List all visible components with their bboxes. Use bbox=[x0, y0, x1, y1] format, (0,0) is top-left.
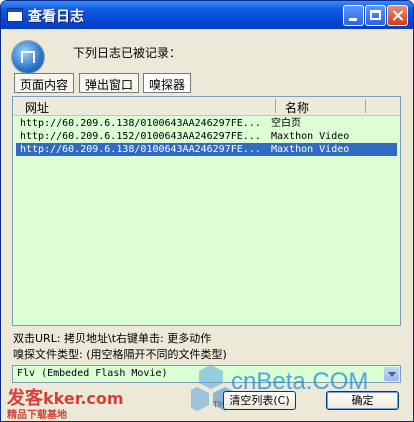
ok-button[interactable]: 确定 bbox=[326, 391, 399, 410]
maximize-button[interactable] bbox=[365, 5, 386, 26]
column-divider[interactable] bbox=[365, 99, 366, 113]
clear-list-button[interactable]: 清空列表(C) bbox=[223, 391, 296, 410]
maxthon-logo-icon bbox=[12, 41, 44, 73]
header-text: 下列日志已被记录： bbox=[73, 46, 182, 60]
list-item-name: Maxthon Video bbox=[271, 131, 350, 142]
list-item-name: 空白页 bbox=[271, 118, 301, 129]
list-item-url: http://60.209.6.138/0100643AA246297FE... bbox=[20, 118, 261, 129]
tab-popups[interactable]: 弹出窗口 bbox=[79, 73, 140, 93]
list-item-url: http://60.209.6.138/0100643AA246297FE... bbox=[20, 144, 261, 155]
close-icon bbox=[388, 6, 407, 25]
watermark-hexagon bbox=[191, 387, 209, 411]
log-list[interactable]: 网址 名称 http://60.209.6.138/0100643AA24629… bbox=[12, 96, 401, 326]
hint-actions: 双击URL: 拷贝地址\t右键单击: 更多动作 bbox=[13, 332, 212, 345]
list-item-url: http://60.209.6.152/0100643AA246297FE... bbox=[20, 131, 261, 142]
maximize-icon bbox=[366, 6, 385, 25]
list-item-name: Maxthon Video bbox=[271, 144, 350, 155]
tab-sniffer[interactable]: 嗅探器 bbox=[143, 73, 192, 93]
minimize-icon bbox=[344, 6, 363, 25]
column-header-url[interactable]: 网址 bbox=[25, 99, 49, 116]
filetype-value: Flv (Embeded Flash Movie) bbox=[17, 368, 168, 379]
watermark-site: 发客kker.com 精品下载基地 bbox=[7, 384, 124, 421]
close-button[interactable] bbox=[387, 5, 408, 26]
view-log-window: 查看日志 下列日志已被记录： 页面内容 弹出窗口 嗅探器 网址 名称 http:… bbox=[0, 0, 414, 422]
hint-filetypes: 嗅探文件类型: (用空格隔开不同的文件类型) bbox=[13, 348, 227, 361]
watermark-hexagon bbox=[199, 365, 223, 389]
window-app-icon bbox=[7, 8, 23, 22]
minimize-button[interactable] bbox=[343, 5, 364, 26]
window-title: 查看日志 bbox=[28, 9, 84, 25]
title-bar[interactable]: 查看日志 bbox=[1, 1, 413, 29]
list-item-selected[interactable]: http://60.209.6.138/0100643AA246297FE...… bbox=[16, 143, 397, 156]
list-item[interactable]: http://60.209.6.152/0100643AA246297FE...… bbox=[16, 130, 397, 143]
watermark-sub: 精品下载基地 bbox=[7, 410, 67, 421]
list-item[interactable]: http://60.209.6.138/0100643AA246297FE...… bbox=[16, 117, 397, 130]
column-header-name[interactable]: 名称 bbox=[285, 99, 309, 116]
tab-page-content[interactable]: 页面内容 bbox=[14, 73, 75, 93]
column-divider[interactable] bbox=[275, 99, 276, 113]
list-header: 网址 名称 bbox=[13, 97, 400, 116]
